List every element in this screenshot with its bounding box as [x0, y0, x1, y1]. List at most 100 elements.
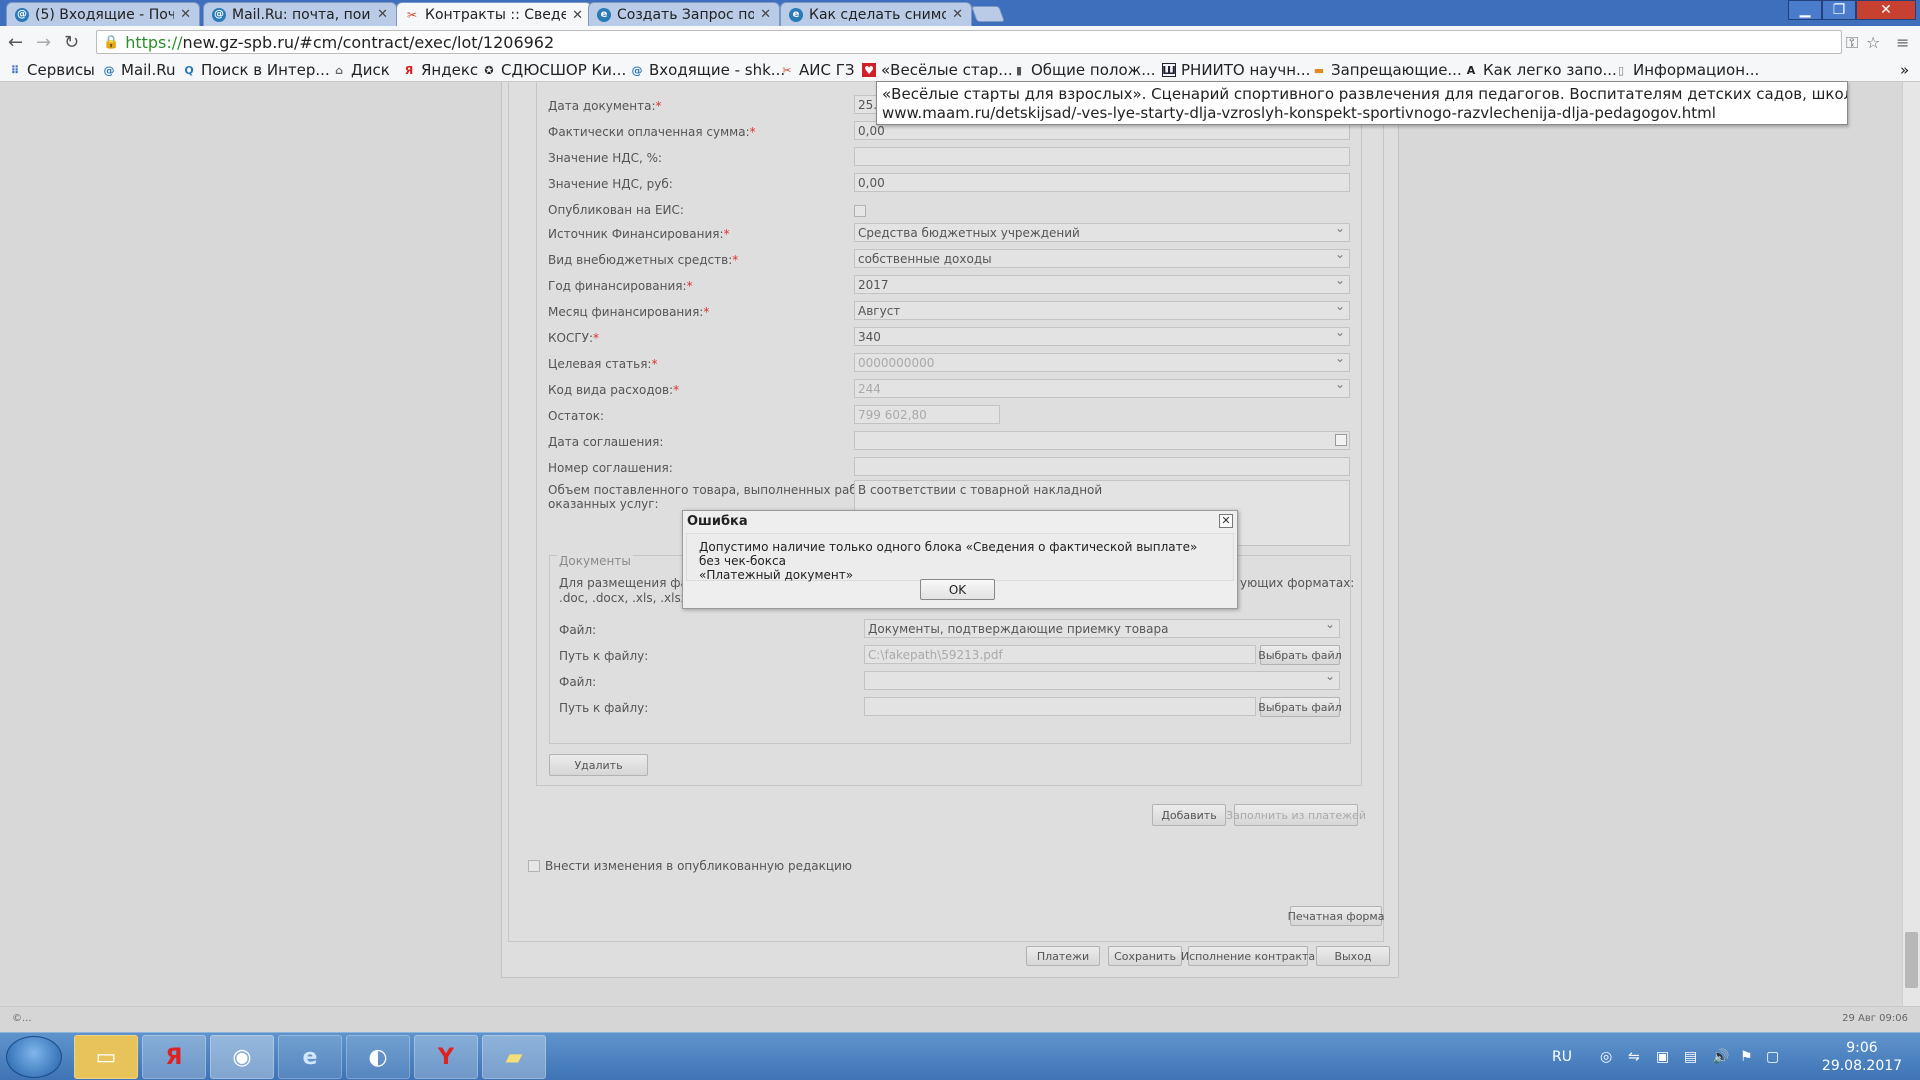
bookmark-informatsion[interactable]: ▯ Информацион...: [1614, 61, 1759, 79]
language-indicator[interactable]: RU: [1552, 1049, 1572, 1065]
tray-nvidia-icon[interactable]: ▣: [1656, 1049, 1669, 1065]
bookmark-services[interactable]: ⠿ Сервисы: [8, 61, 95, 79]
exit-button[interactable]: Выход: [1316, 946, 1390, 966]
scrollbar-thumb[interactable]: [1905, 932, 1918, 988]
yandex-browser-icon[interactable]: Y: [414, 1035, 478, 1079]
add-button[interactable]: Добавить: [1152, 804, 1226, 826]
choose-file-button-1[interactable]: Выбрать файл: [1258, 645, 1342, 665]
field-checkbox[interactable]: [854, 205, 866, 217]
required-marker: *: [703, 305, 710, 319]
ie-icon[interactable]: e: [278, 1035, 342, 1079]
file-type-select-2[interactable]: [864, 671, 1340, 690]
print-form-button[interactable]: Печатная форма: [1288, 906, 1384, 926]
bookmark-inbox-shk[interactable]: @ Входящие - shk...: [630, 61, 786, 79]
field-input[interactable]: 799 602,80: [854, 405, 1000, 424]
close-icon[interactable]: ✕: [1219, 514, 1233, 528]
close-icon[interactable]: ✕: [952, 7, 963, 22]
field-input[interactable]: [854, 147, 1350, 166]
volume-icon[interactable]: 🔊: [1712, 1049, 1729, 1065]
tray-steam-icon[interactable]: ◎: [1600, 1049, 1612, 1065]
sticky-notes-icon[interactable]: ▰: [482, 1035, 546, 1079]
bookmark-kak-legko[interactable]: A Как легко запо...: [1464, 61, 1617, 79]
tab-contracts[interactable]: ✂ Контракты :: Сведения ✕: [396, 2, 592, 27]
tab-inbox[interactable]: @ (5) Входящие - Почта Mail.Ru ✕: [6, 2, 200, 26]
close-icon[interactable]: ✕: [572, 8, 583, 23]
tab-create-request[interactable]: e Создать Запрос под ✕: [588, 2, 780, 26]
choose-file-button-2[interactable]: Выбрать файл: [1258, 697, 1342, 717]
close-icon[interactable]: ✕: [180, 7, 191, 22]
bookmark-yandex[interactable]: Я Яндекс: [402, 61, 478, 79]
sign-icon: ▬: [1313, 63, 1325, 77]
tab-screenshot-howto[interactable]: e Как сделать снимок ✕: [780, 2, 972, 26]
reload-icon[interactable]: ↻: [64, 32, 79, 53]
tab-mailru[interactable]: @ Mail.Ru: почта, поиск в интернете ✕: [203, 2, 397, 26]
field-input[interactable]: [854, 457, 1350, 476]
save-button[interactable]: Сохранить: [1108, 946, 1182, 966]
bookmark-veselye-starty[interactable]: ♥ «Весёлые стар...: [862, 61, 1013, 79]
maximize-icon[interactable]: ❐: [1822, 0, 1856, 20]
bookmark-mailru[interactable]: @ Mail.Ru: [102, 61, 176, 79]
close-icon[interactable]: ✕: [377, 7, 388, 22]
tray-network-icon[interactable]: ⇋: [1628, 1049, 1640, 1065]
minimize-icon[interactable]: ▁: [1788, 0, 1822, 20]
calendar-icon[interactable]: [1335, 434, 1347, 446]
fill-from-payments-button[interactable]: Заполнить из платежей: [1226, 804, 1366, 826]
field-input[interactable]: [854, 431, 1350, 450]
yandex-icon: Я: [404, 63, 414, 77]
bookmark-label: «Весёлые стар...: [881, 61, 1013, 79]
field-input[interactable]: 244: [854, 379, 1350, 398]
file-path-input-2[interactable]: [864, 697, 1256, 716]
tab-title: Контракты :: Сведения: [425, 7, 567, 23]
chrome-icon[interactable]: ◉: [210, 1035, 274, 1079]
field-input[interactable]: Август: [854, 301, 1350, 320]
file-path-input-1[interactable]: C:\fakepath\59213.pdf: [864, 645, 1256, 664]
field-label-text: Код вида расходов:: [548, 383, 674, 397]
media-player-icon[interactable]: ◐: [346, 1035, 410, 1079]
publish-changes-checkbox[interactable]: [528, 860, 540, 872]
bookmark-ais-gz[interactable]: ✂ АИС ГЗ: [780, 61, 854, 79]
bookmark-rniito[interactable]: Ш РНИИТО научн...: [1162, 61, 1310, 79]
tray-monitor-icon[interactable]: ▢: [1766, 1049, 1779, 1065]
bookmark-sdyushor[interactable]: ✪ СДЮСШОР Ки...: [482, 61, 626, 79]
field-input[interactable]: 340: [854, 327, 1350, 346]
field-label: Номер соглашения:: [548, 461, 673, 475]
more-bookmarks-icon[interactable]: »: [1900, 61, 1909, 79]
tray-app-icon[interactable]: ▤: [1684, 1049, 1697, 1065]
field-input[interactable]: 0,00: [854, 173, 1350, 192]
yandex-icon[interactable]: Я: [142, 1035, 206, 1079]
ok-button[interactable]: OK: [920, 579, 995, 600]
key-icon[interactable]: ⚿: [1846, 33, 1858, 53]
explorer-icon[interactable]: ▭: [74, 1035, 138, 1079]
field-label: Вид внебюджетных средств:*: [548, 253, 738, 267]
address-bar[interactable]: 🔒 https://new.gz-spb.ru/#cm/contract/exe…: [96, 30, 1842, 54]
file-type-select-1[interactable]: Документы, подтверждающие приемку товара: [864, 619, 1340, 638]
menu-icon[interactable]: ≡: [1896, 33, 1909, 52]
field-value: 0,00: [858, 124, 885, 138]
close-icon[interactable]: ✕: [760, 7, 771, 22]
field-input[interactable]: 0000000000: [854, 353, 1350, 372]
delete-button[interactable]: Удалить: [549, 754, 648, 776]
page-scrollbar[interactable]: [1902, 82, 1920, 1006]
bookmark-search[interactable]: Q Поиск в Интер...: [182, 61, 329, 79]
bookmark-star-icon[interactable]: ☆: [1866, 33, 1880, 52]
tooltip-title: «Весёлые старты для взрослых». Сценарий …: [882, 85, 1847, 103]
required-marker: *: [723, 227, 730, 241]
bookmarks-bar: ⠿ Сервисы @ Mail.Ru Q Поиск в Интер... ⌂ Дис…: [0, 58, 1920, 82]
back-icon[interactable]: ←: [8, 32, 23, 53]
contract-execution-button[interactable]: Исполнение контракта: [1181, 946, 1315, 966]
forward-icon[interactable]: →: [36, 32, 51, 53]
font-icon: A: [1466, 63, 1476, 77]
tab-title: (5) Входящие - Почта Mail.Ru: [35, 6, 175, 23]
bookmark-obshchie[interactable]: ▮ Общие полож...: [1012, 61, 1156, 79]
taskbar-clock[interactable]: 9:06 29.08.2017: [1812, 1039, 1912, 1075]
bookmark-disk[interactable]: ⌂ Диск: [332, 61, 390, 79]
tray-flag-icon[interactable]: ⚑: [1740, 1049, 1753, 1065]
field-input[interactable]: собственные доходы: [854, 249, 1350, 268]
field-input[interactable]: Средства бюджетных учреждений: [854, 223, 1350, 242]
new-tab-button[interactable]: [971, 6, 1005, 22]
start-button[interactable]: [6, 1036, 62, 1078]
bookmark-zapreshchayushchie[interactable]: ▬ Запрещающие...: [1312, 61, 1462, 79]
close-window-icon[interactable]: ✕: [1856, 0, 1916, 20]
field-input[interactable]: 2017: [854, 275, 1350, 294]
payments-button[interactable]: Платежи: [1026, 946, 1100, 966]
